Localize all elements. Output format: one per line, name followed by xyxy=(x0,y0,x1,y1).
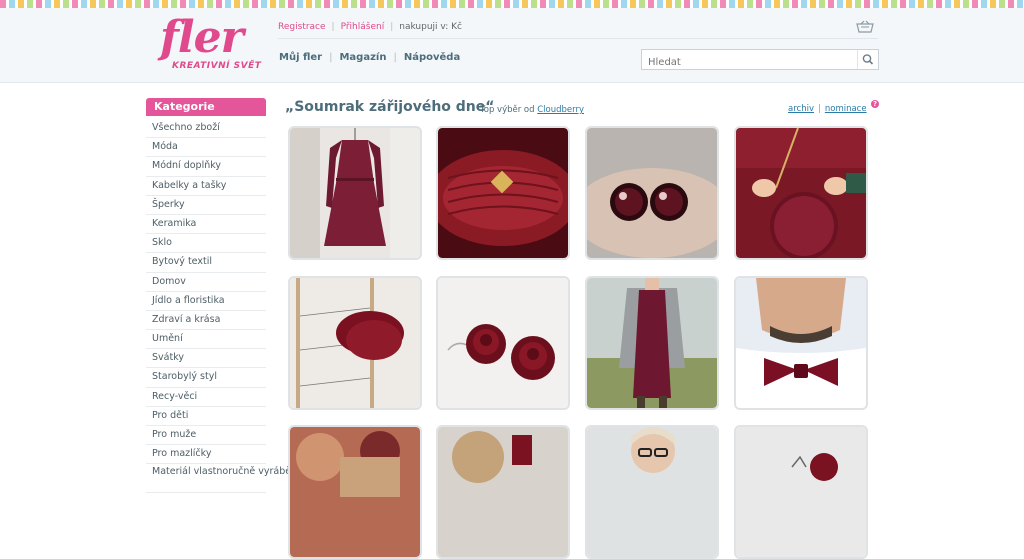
product-tile[interactable] xyxy=(585,276,719,410)
product-tile[interactable] xyxy=(734,276,868,410)
burgundy-dress-photo xyxy=(290,128,420,258)
product-tile[interactable] xyxy=(734,126,868,260)
category-item[interactable]: Sklo xyxy=(146,234,266,254)
category-item[interactable]: Zdraví a krása xyxy=(146,311,266,331)
category-item[interactable]: Módní doplňky xyxy=(146,157,266,177)
header-divider xyxy=(278,38,878,39)
painting-photo xyxy=(290,427,420,557)
category-item[interactable]: Materiál vlastnoručně vyráběný xyxy=(146,464,303,494)
currency-selector[interactable]: nakupuji v: Kč xyxy=(399,22,462,32)
category-item[interactable]: Keramika xyxy=(146,215,266,235)
collection-subtitle: Top výběr od Cloudberry xyxy=(480,105,584,115)
category-item[interactable]: Všechno zboží xyxy=(146,119,266,139)
jewelry-flatlay-photo xyxy=(438,427,568,557)
category-item[interactable]: Domov xyxy=(146,273,266,292)
archive-link[interactable]: archiv xyxy=(788,104,814,114)
product-tile[interactable] xyxy=(734,425,868,559)
nominate-link[interactable]: nominace xyxy=(825,104,867,114)
product-tile[interactable] xyxy=(436,276,570,410)
product-tile[interactable] xyxy=(288,276,422,410)
product-tile[interactable] xyxy=(585,126,719,260)
product-tile[interactable] xyxy=(585,425,719,559)
nav-magazine[interactable]: Magazín xyxy=(339,52,386,63)
category-item[interactable]: Móda xyxy=(146,138,266,158)
product-tile[interactable] xyxy=(436,126,570,260)
knitted-snood-photo xyxy=(290,278,420,408)
logo-wordmark: fler xyxy=(160,12,244,63)
category-item[interactable]: Umění xyxy=(146,330,266,350)
glass-earrings-photo xyxy=(587,128,717,258)
category-heading: Kategorie xyxy=(146,98,266,116)
category-item[interactable]: Kabelky a tašky xyxy=(146,177,266,196)
search-input[interactable] xyxy=(642,54,856,71)
main-navigation: Můj fler | Magazín | Nápověda xyxy=(279,52,461,63)
round-handbag-photo xyxy=(736,128,866,258)
category-list: Všechno zboží Móda Módní doplňky Kabelky… xyxy=(146,119,303,494)
basket-icon[interactable] xyxy=(856,20,874,34)
search-box xyxy=(641,49,879,71)
category-sidebar: Kategorie Všechno zboží Móda Módní doplň… xyxy=(146,98,303,494)
product-tile[interactable] xyxy=(288,425,422,559)
register-link[interactable]: Registrace xyxy=(278,22,326,32)
logo-tagline: KREATIVNÍ SVĚT xyxy=(172,61,262,71)
site-header: fler KREATIVNÍ SVĚT Registrace | Přihlášen… xyxy=(0,8,1024,83)
woman-glasses-photo xyxy=(587,427,717,557)
earring-detail-photo xyxy=(736,427,866,557)
collection-title: „Soumrak zářijového dne“ xyxy=(285,99,495,115)
nav-my-fler[interactable]: Můj fler xyxy=(279,52,322,63)
login-link[interactable]: Přihlášení xyxy=(341,22,385,32)
cardigan-outfit-photo xyxy=(587,278,717,408)
category-item[interactable]: Pro mazlíčky xyxy=(146,445,266,465)
category-item[interactable]: Bytový textil xyxy=(146,253,266,273)
category-item[interactable]: Starobylý styl xyxy=(146,368,266,388)
category-item[interactable]: Svátky xyxy=(146,349,266,369)
category-item[interactable]: Jídlo a floristika xyxy=(146,292,266,311)
category-item[interactable]: Šperky xyxy=(146,196,266,215)
collection-links: archiv | nominace xyxy=(788,104,867,114)
product-tile[interactable] xyxy=(436,425,570,559)
account-links: Registrace | Přihlášení | nakupuji v: Kč xyxy=(278,22,462,32)
help-icon[interactable]: ? xyxy=(871,100,879,108)
product-tile[interactable] xyxy=(288,126,422,260)
curator-link[interactable]: Cloudberry xyxy=(537,105,584,115)
nav-help[interactable]: Nápověda xyxy=(404,52,460,63)
category-item[interactable]: Pro děti xyxy=(146,407,266,426)
knitted-headband-photo xyxy=(438,128,568,258)
subtitle-prefix: Top výběr od xyxy=(480,105,535,115)
decorative-stripe xyxy=(0,0,1024,8)
category-item[interactable]: Pro muže xyxy=(146,426,266,446)
search-icon xyxy=(862,54,874,65)
search-button[interactable] xyxy=(857,50,878,69)
fler-logo[interactable]: fler KREATIVNÍ SVĚT xyxy=(152,12,262,80)
rose-earrings-photo xyxy=(438,278,568,408)
category-item[interactable]: Recy-věci xyxy=(146,388,266,407)
bow-tie-photo xyxy=(736,278,866,408)
